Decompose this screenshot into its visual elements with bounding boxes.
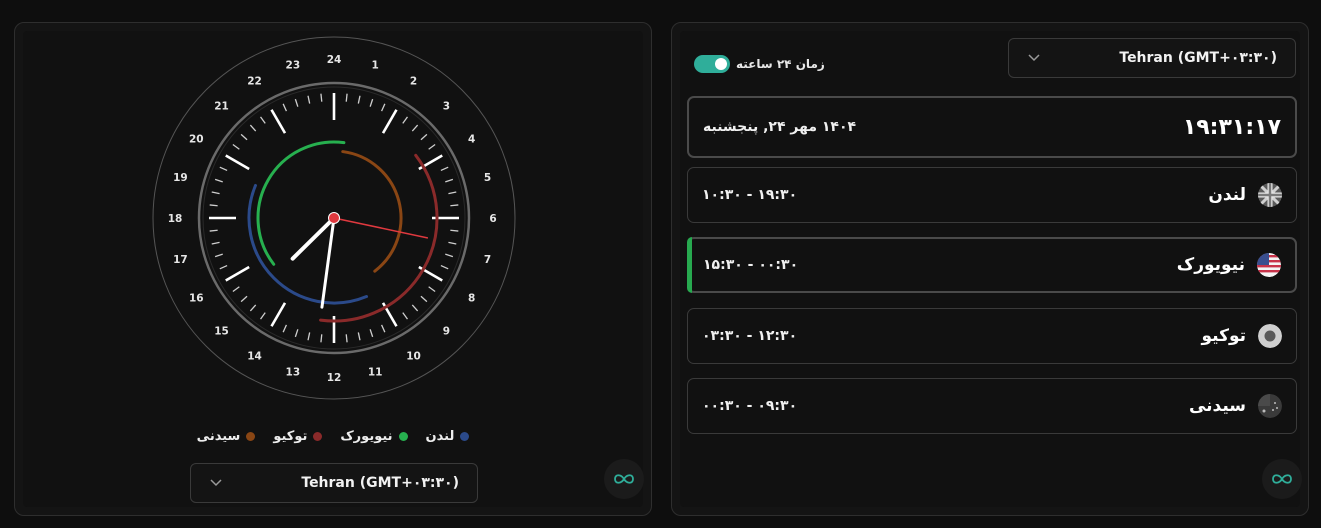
minute-tick <box>209 204 218 207</box>
chevron-down-icon <box>1023 47 1045 69</box>
hour-label: 10 <box>406 351 421 363</box>
hour-label: 14 <box>247 351 262 363</box>
hour-label: 8 <box>468 293 475 305</box>
base-timezone-select[interactable]: Tehran (GMT+۰۳:۳۰) <box>1008 38 1296 78</box>
minute-tick <box>345 334 348 343</box>
hour-label: 12 <box>327 372 342 384</box>
hour-label: 7 <box>484 254 491 266</box>
hour-label: 4 <box>468 134 475 146</box>
hour-label: 6 <box>489 213 496 225</box>
infinity-logo-icon <box>1262 459 1302 499</box>
format-24h-toggle-wrap: زمان ۲۴ ساعته <box>694 55 825 73</box>
clock-legend: لندن نیویورک توکیو سیدنی <box>23 429 643 444</box>
legend-dot-tokyo <box>313 432 323 441</box>
australia-flag-icon <box>1258 394 1282 418</box>
current-time: ۱۹:۳۱:۱۷ <box>1182 114 1281 140</box>
work-hours-range: ۱۰:۳۰ - ۱۹:۳۰ <box>702 187 798 203</box>
legend-label-london: لندن <box>425 429 455 444</box>
city-name: سیدنی <box>1188 396 1246 416</box>
minute-tick <box>209 229 218 232</box>
hour-label: 15 <box>214 325 229 337</box>
hour-label: 9 <box>443 325 450 337</box>
minute-tick <box>345 93 348 102</box>
current-time-card: ۱۴۰۴ مهر ۲۴, پنجشنبه ۱۹:۳۱:۱۷ <box>687 96 1297 158</box>
city-card-newyork[interactable]: ۱۵:۳۰ - ۰۰:۳۰ نیویورک <box>687 237 1297 293</box>
hour-label: 5 <box>484 172 491 184</box>
hour-label: 3 <box>443 101 450 113</box>
city-card-sydney[interactable]: ۰۰:۳۰ - ۰۹:۳۰ سیدنی <box>687 378 1297 434</box>
clock-timezone-select[interactable]: Tehran (GMT+۰۳:۳۰) <box>190 463 478 503</box>
hour-label: 22 <box>247 75 262 87</box>
hour-label: 16 <box>189 293 204 305</box>
clock-center-cap <box>328 212 340 224</box>
chevron-down-icon <box>205 472 227 494</box>
minute-tick <box>450 229 459 232</box>
legend-label-sydney: سیدنی <box>196 429 241 444</box>
legend-dot-london <box>460 432 470 441</box>
city-name: توکیو <box>1201 326 1246 346</box>
legend-label-newyork: نیویورک <box>340 429 393 444</box>
work-hours-range: ۱۵:۳۰ - ۰۰:۳۰ <box>703 257 799 273</box>
hour-label: 2 <box>410 75 417 87</box>
toggle-knob <box>715 58 727 70</box>
hour-label: 19 <box>173 172 188 184</box>
minute-tick <box>320 93 323 102</box>
hour-label: 24 <box>327 54 342 66</box>
uk-flag-icon <box>1258 183 1282 207</box>
city-card-tokyo[interactable]: ۰۳:۳۰ - ۱۲:۳۰ توکیو <box>687 308 1297 364</box>
hour-label: 13 <box>286 367 301 379</box>
hour-label: 23 <box>286 59 301 71</box>
hour-label: 20 <box>189 134 204 146</box>
city-name: لندن <box>1208 185 1246 205</box>
world-time-panel: زمان ۲۴ ساعته Tehran (GMT+۰۳:۳۰) ۱۴۰۴ مه… <box>671 22 1309 516</box>
format-24h-toggle[interactable] <box>694 55 730 73</box>
base-timezone-value: Tehran (GMT+۰۳:۳۰) <box>1119 50 1277 66</box>
work-hours-range: ۰۰:۳۰ - ۰۹:۳۰ <box>702 398 798 414</box>
format-24h-label: زمان ۲۴ ساعته <box>736 57 825 71</box>
hour-label: 1 <box>371 59 378 71</box>
infinity-logo-icon <box>604 459 644 499</box>
work-hours-range: ۰۳:۳۰ - ۱۲:۳۰ <box>702 328 798 344</box>
japan-flag-icon <box>1258 324 1282 348</box>
hour-label: 21 <box>214 101 229 113</box>
minute-tick <box>320 334 323 343</box>
world-clock: 24 1234567891011121314151617181920212223 <box>152 36 516 400</box>
legend-item-tokyo: توکیو <box>273 429 323 444</box>
clock-panel: 24 1 2 3 4 5 6 7 8 9 10 11 12 13 14 15 16 17 18 19 20 21 22 23 … <box>14 22 652 516</box>
city-card-london[interactable]: ۱۰:۳۰ - ۱۹:۳۰ لندن <box>687 167 1297 223</box>
current-date: ۱۴۰۴ مهر ۲۴, پنجشنبه <box>703 119 857 135</box>
legend-dot-sydney <box>246 432 256 441</box>
legend-item-london: لندن <box>426 429 470 444</box>
legend-label-tokyo: توکیو <box>273 429 308 444</box>
world-time-panel-inner: زمان ۲۴ ساعته Tehran (GMT+۰۳:۳۰) ۱۴۰۴ مه… <box>680 31 1302 507</box>
clock-timezone-value: Tehran (GMT+۰۳:۳۰) <box>301 475 459 491</box>
clock-panel-inner: 24 1 2 3 4 5 6 7 8 9 10 11 12 13 14 15 16 17 18 19 20 21 22 23 … <box>23 31 644 507</box>
us-flag-icon <box>1257 253 1281 277</box>
hour-label: 18 <box>168 213 183 225</box>
hour-label: 11 <box>368 367 383 379</box>
city-name: نیویورک <box>1176 255 1245 275</box>
legend-item-newyork: نیویورک <box>340 429 408 444</box>
hour-label: 17 <box>173 254 188 266</box>
legend-dot-newyork <box>398 432 408 441</box>
legend-item-sydney: سیدنی <box>197 429 256 444</box>
minute-tick <box>450 204 459 207</box>
